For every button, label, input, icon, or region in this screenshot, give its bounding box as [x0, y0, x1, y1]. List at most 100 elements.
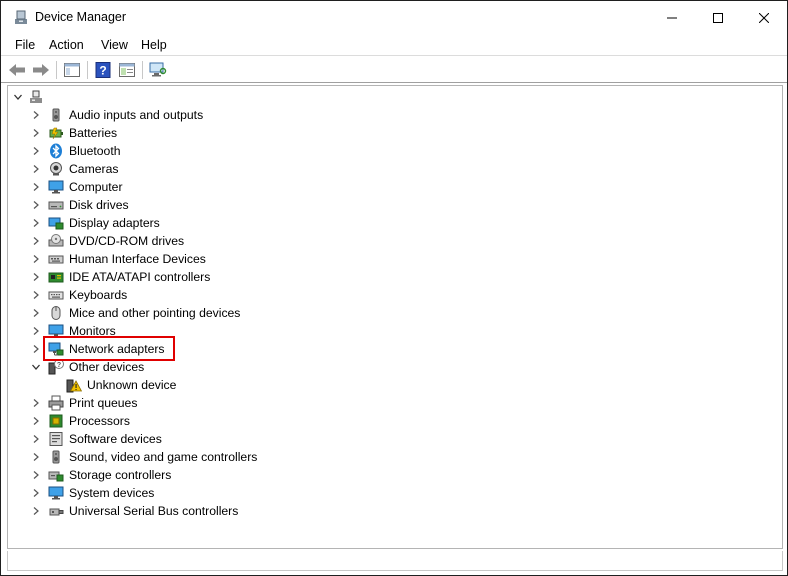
expand-chevron-icon[interactable] — [30, 484, 42, 502]
keyboard-icon — [48, 287, 64, 303]
mouse-icon — [48, 305, 64, 321]
status-bar — [7, 551, 783, 571]
scan-hardware-icon[interactable] — [148, 60, 168, 80]
tree-item-print-queues[interactable]: Print queues — [30, 394, 137, 412]
tree-item-display-adapters[interactable]: Display adapters — [30, 214, 160, 232]
svg-text:?: ? — [57, 362, 61, 369]
software-device-icon — [48, 431, 64, 447]
tree-item-label: Processors — [69, 414, 130, 428]
expand-chevron-icon[interactable] — [30, 160, 42, 178]
speaker-icon — [48, 449, 64, 465]
tree-item-label: Computer — [69, 180, 123, 194]
collapse-chevron-icon[interactable] — [30, 358, 42, 376]
minimize-button[interactable] — [649, 1, 695, 34]
warning-device-icon — [66, 377, 82, 393]
expand-chevron-icon[interactable] — [30, 448, 42, 466]
maximize-button[interactable] — [695, 1, 741, 34]
tree-item-label: Universal Serial Bus controllers — [69, 504, 239, 518]
tree-item-label: Sound, video and game controllers — [69, 450, 258, 464]
tree-item-system-devices[interactable]: System devices — [30, 484, 154, 502]
tree-item-mice-and-other-pointing-devices[interactable]: Mice and other pointing devices — [30, 304, 240, 322]
tree-item-label: Human Interface Devices — [69, 252, 206, 266]
disk-drive-icon — [48, 197, 64, 213]
tree-item-label: Keyboards — [69, 288, 128, 302]
expand-chevron-icon[interactable] — [30, 412, 42, 430]
expand-chevron-icon[interactable] — [30, 196, 42, 214]
menu-action[interactable]: Action — [49, 38, 84, 52]
tree-root[interactable] — [12, 88, 44, 106]
expand-chevron-icon[interactable] — [30, 124, 42, 142]
device-manager-app-icon — [13, 9, 29, 25]
network-adapters-highlight — [43, 336, 175, 361]
tree-item-sound-video-and-game-controllers[interactable]: Sound, video and game controllers — [30, 448, 257, 466]
expand-chevron-icon[interactable] — [30, 466, 42, 484]
tree-item-processors[interactable]: Processors — [30, 412, 130, 430]
tree-item-batteries[interactable]: Batteries — [30, 124, 117, 142]
tree-item-label: IDE ATA/ATAPI controllers — [69, 270, 211, 284]
close-button[interactable] — [741, 1, 787, 34]
expand-chevron-icon[interactable] — [30, 502, 42, 520]
tree-item-label: DVD/CD-ROM drives — [69, 234, 185, 248]
device-manager-window: Device Manager File Action View Help ? A… — [0, 0, 788, 576]
expand-chevron-icon[interactable] — [30, 106, 42, 124]
tree-item-label: Display adapters — [69, 216, 160, 230]
expand-chevron-icon[interactable] — [30, 214, 42, 232]
expand-chevron-icon[interactable] — [30, 268, 42, 286]
menu-view[interactable]: View — [101, 38, 128, 52]
tree-item-label: Audio inputs and outputs — [69, 108, 204, 122]
menu-file[interactable]: File — [15, 38, 35, 52]
computer-root-icon — [28, 89, 44, 105]
tree-item-unknown-device[interactable]: Unknown device — [48, 376, 176, 394]
tree-item-disk-drives[interactable]: Disk drives — [30, 196, 129, 214]
tree-item-audio-inputs-and-outputs[interactable]: Audio inputs and outputs — [30, 106, 203, 124]
tree-item-label: Mice and other pointing devices — [69, 306, 241, 320]
printer-icon — [48, 395, 64, 411]
expand-chevron-icon[interactable] — [30, 430, 42, 448]
tree-item-human-interface-devices[interactable]: Human Interface Devices — [30, 250, 206, 268]
unknown-device-category-icon: ? — [48, 359, 64, 375]
speaker-icon — [48, 107, 64, 123]
battery-icon — [48, 125, 64, 141]
help-icon[interactable]: ? — [93, 60, 113, 80]
storage-controller-icon — [48, 467, 64, 483]
properties-icon[interactable] — [117, 60, 137, 80]
tree-item-label: Print queues — [69, 396, 138, 410]
tree-item-label: Bluetooth — [69, 144, 121, 158]
expand-chevron-icon[interactable] — [30, 178, 42, 196]
tree-item-computer[interactable]: Computer — [30, 178, 123, 196]
tree-item-keyboards[interactable]: Keyboards — [30, 286, 127, 304]
menu-help[interactable]: Help — [141, 38, 167, 52]
tree-item-bluetooth[interactable]: Bluetooth — [30, 142, 121, 160]
tree-item-software-devices[interactable]: Software devices — [30, 430, 162, 448]
hid-icon — [48, 251, 64, 267]
menu-bar: File Action View Help — [1, 34, 787, 56]
expand-chevron-icon[interactable] — [30, 286, 42, 304]
monitor-icon — [48, 179, 64, 195]
tree-item-label: Unknown device — [87, 378, 177, 392]
tree-item-ide-ata-atapi-controllers[interactable]: IDE ATA/ATAPI controllers — [30, 268, 210, 286]
expand-chevron-icon[interactable] — [30, 394, 42, 412]
expand-chevron-icon[interactable] — [30, 322, 42, 340]
expand-chevron-icon[interactable] — [30, 142, 42, 160]
back-icon[interactable] — [7, 60, 27, 80]
tree-item-label: Other devices — [69, 360, 145, 374]
show-hide-console-tree-icon[interactable] — [62, 60, 82, 80]
tree-item-storage-controllers[interactable]: Storage controllers — [30, 466, 171, 484]
expand-chevron-icon[interactable] — [30, 232, 42, 250]
expand-chevron-icon[interactable] — [30, 250, 42, 268]
expand-chevron-icon[interactable] — [30, 340, 42, 358]
collapse-chevron-icon[interactable] — [12, 88, 24, 106]
tree-item-label: System devices — [69, 486, 155, 500]
forward-icon[interactable] — [31, 60, 51, 80]
title-bar[interactable]: Device Manager — [1, 1, 787, 34]
expand-chevron-icon[interactable] — [30, 304, 42, 322]
toolbar: ? — [1, 57, 787, 83]
tree-item-cameras[interactable]: Cameras — [30, 160, 118, 178]
tree-item-universal-serial-bus-controllers[interactable]: Universal Serial Bus controllers — [30, 502, 238, 520]
tree-item-dvd-cd-rom-drives[interactable]: DVD/CD-ROM drives — [30, 232, 184, 250]
svg-text:?: ? — [99, 64, 106, 78]
system-device-icon — [48, 485, 64, 501]
dvd-drive-icon — [48, 233, 64, 249]
device-tree[interactable]: Audio inputs and outputs Batteries Bluetoo… — [7, 85, 783, 549]
